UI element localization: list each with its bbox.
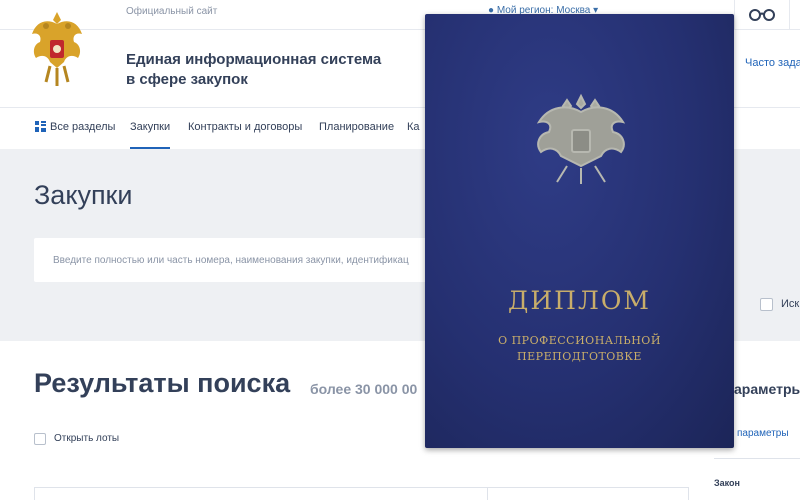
site-name-line-2: в сфере закупок	[126, 71, 248, 88]
page: Официальный сайт ● Мой регион: Москва ▾ …	[0, 0, 800, 500]
result-card-divider	[487, 487, 488, 500]
nav-item-purchases[interactable]: Закупки	[130, 121, 171, 149]
site-name: Единая информационная система в сфере за…	[126, 50, 416, 90]
all-sections-icon	[35, 121, 46, 132]
diploma-cover-image	[425, 14, 734, 448]
coat-of-arms-logo[interactable]	[28, 6, 86, 90]
results-title: Результаты поиска	[34, 368, 291, 398]
law-filter-label: Закон	[714, 478, 740, 488]
nav-item-planning[interactable]: Планирование	[319, 121, 394, 133]
diploma-subtitle-line-1: О ПРОФЕССИОНАЛЬНОЙ	[498, 334, 661, 347]
nav-item-contracts[interactable]: Контракты и договоры	[188, 121, 302, 133]
double-headed-eagle-emblem	[536, 93, 626, 184]
glasses-icon	[749, 8, 775, 21]
search-option-checkbox[interactable]	[760, 298, 773, 311]
params-title: араметры	[734, 381, 800, 397]
nav-item-all-sections[interactable]: Все разделы	[50, 121, 115, 133]
nav-item-catalog[interactable]: Ка	[407, 121, 420, 133]
params-divider	[714, 458, 800, 459]
accessibility-button[interactable]	[734, 0, 790, 30]
search-placeholder: Введите полностью или часть номера, наим…	[53, 255, 409, 266]
results-count: более 30 000 00	[310, 381, 418, 397]
open-lots-checkbox[interactable]	[34, 433, 46, 445]
open-lots-label: Открыть лоты	[54, 433, 120, 444]
site-name-line-1: Единая информационная система	[126, 51, 382, 68]
result-card[interactable]	[34, 487, 689, 500]
diploma-title: ДИПЛОМ	[508, 286, 651, 315]
diploma-subtitle-line-2: ПЕРЕПОДГОТОВКЕ	[517, 350, 642, 363]
params-link[interactable]: параметры	[737, 428, 789, 439]
search-option-label: Иск	[781, 298, 800, 310]
faq-link[interactable]: Часто зада	[745, 57, 800, 69]
page-title: Закупки	[34, 180, 133, 210]
official-site-label: Официальный сайт	[126, 6, 218, 17]
